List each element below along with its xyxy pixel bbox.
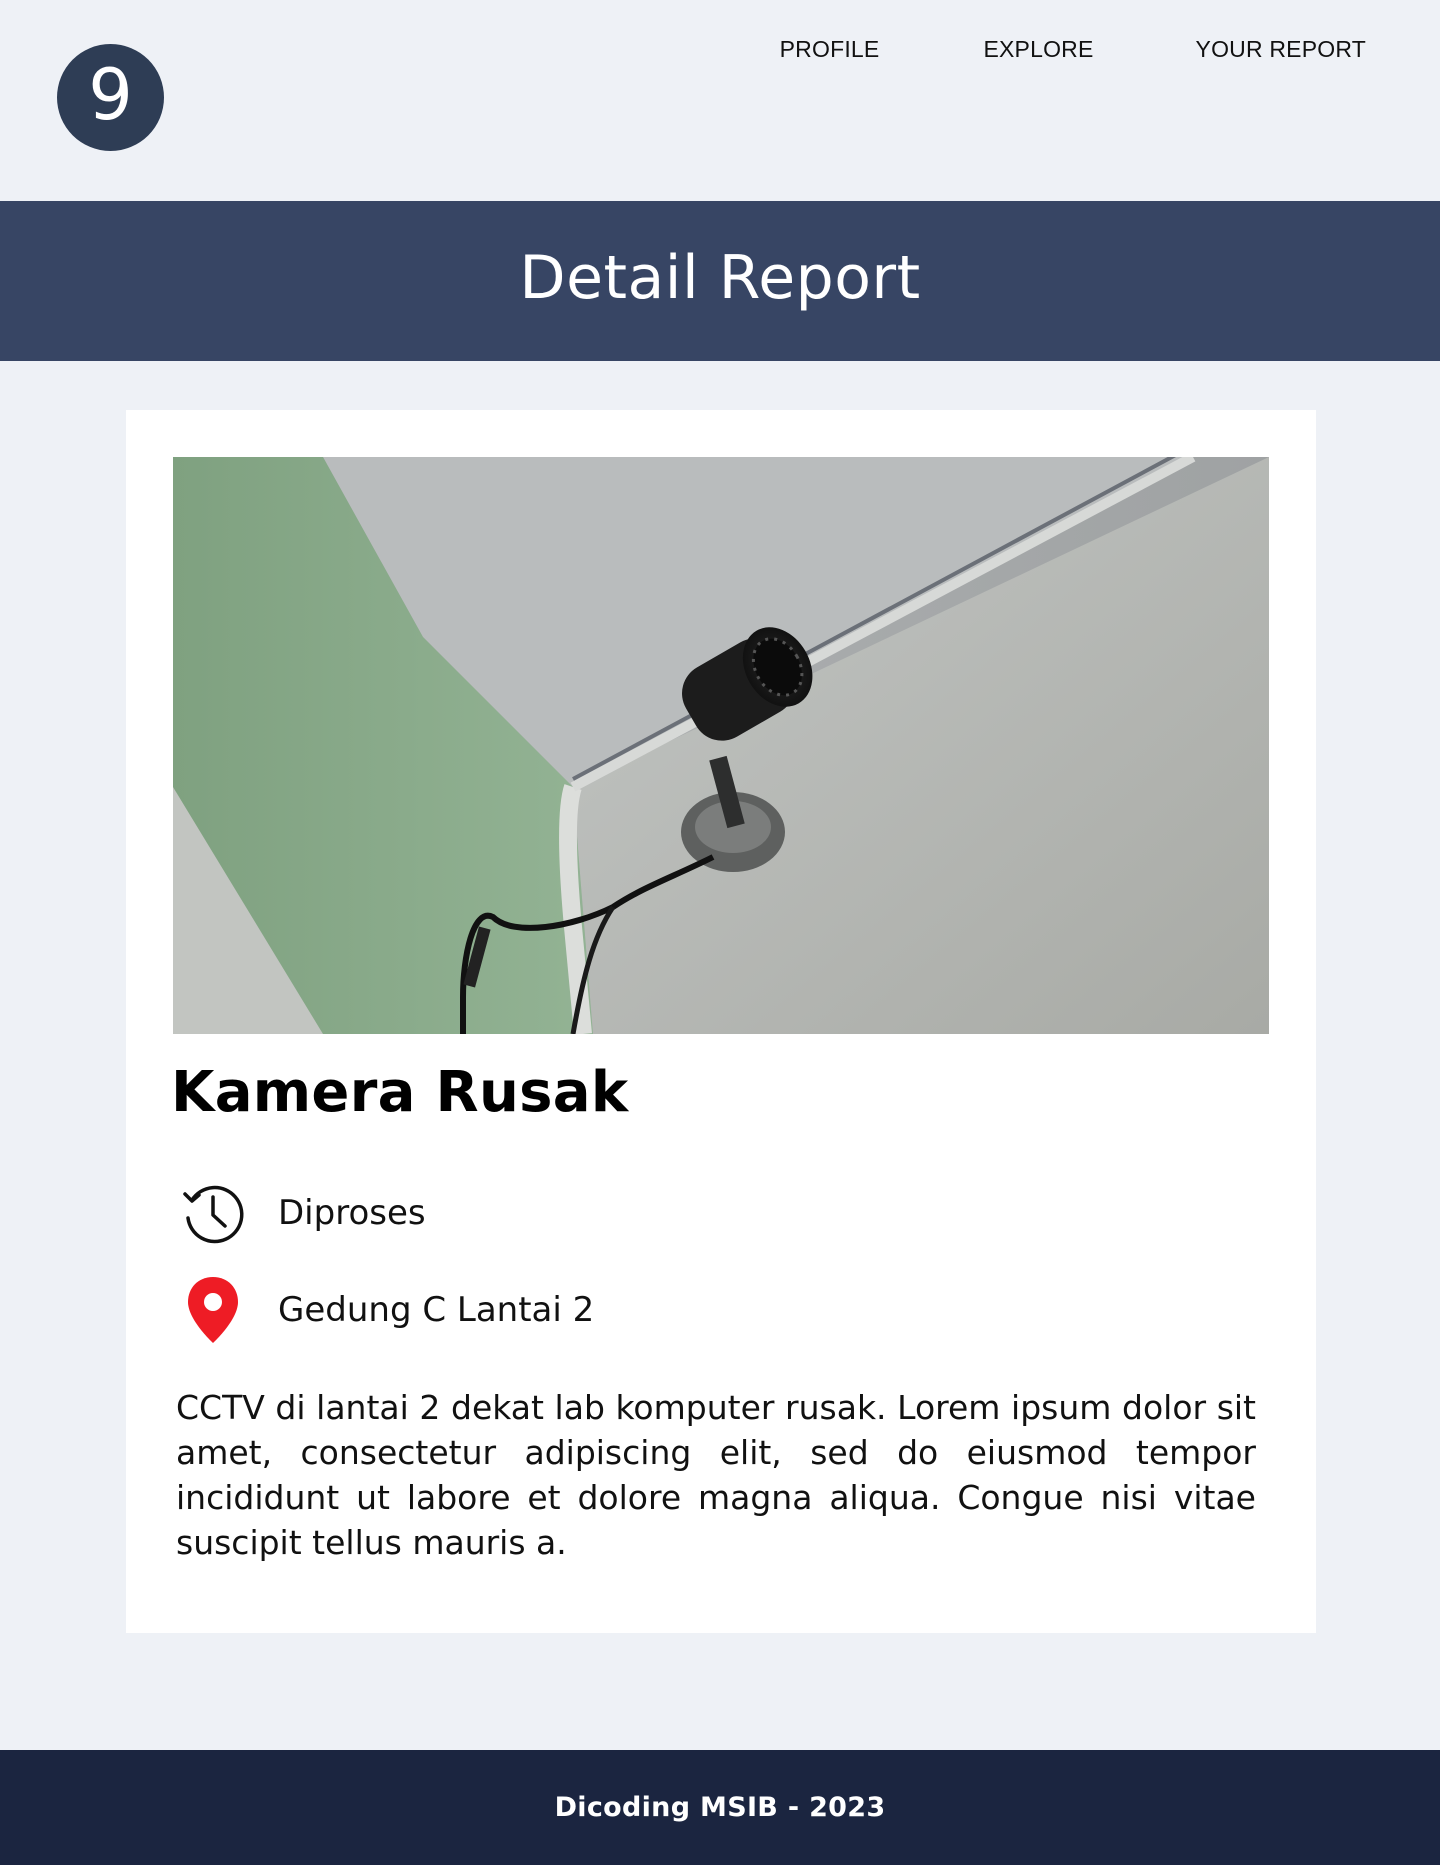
report-description: CCTV di lantai 2 dekat lab komputer rusa…	[176, 1388, 1256, 1562]
report-card: Kamera Rusak Diproses Gedung C Lantai 2 …	[126, 410, 1316, 1633]
logo[interactable]: 9	[57, 44, 164, 151]
history-icon	[178, 1178, 248, 1248]
main-nav: PROFILE EXPLORE YOUR REPORT	[780, 36, 1366, 63]
page-title: Detail Report	[519, 243, 921, 313]
top-navbar: 9 PROFILE EXPLORE YOUR REPORT	[0, 0, 1440, 201]
report-location: Gedung C Lantai 2	[178, 1275, 594, 1345]
footer-text: Dicoding MSIB - 2023	[554, 1792, 886, 1823]
nav-link-explore[interactable]: EXPLORE	[983, 36, 1093, 63]
status-text: Diproses	[278, 1193, 426, 1233]
logo-text: 9	[88, 53, 133, 136]
nav-link-profile[interactable]: PROFILE	[780, 36, 880, 63]
location-text: Gedung C Lantai 2	[278, 1290, 595, 1330]
report-title: Kamera Rusak	[171, 1060, 629, 1125]
nav-link-your-report[interactable]: YOUR REPORT	[1196, 36, 1366, 63]
page-banner: Detail Report	[0, 201, 1440, 361]
cctv-camera-image	[173, 457, 1269, 1034]
report-photo	[173, 457, 1269, 1034]
map-pin-icon	[178, 1275, 248, 1345]
report-status: Diproses	[178, 1178, 426, 1248]
footer: Dicoding MSIB - 2023	[0, 1750, 1440, 1865]
